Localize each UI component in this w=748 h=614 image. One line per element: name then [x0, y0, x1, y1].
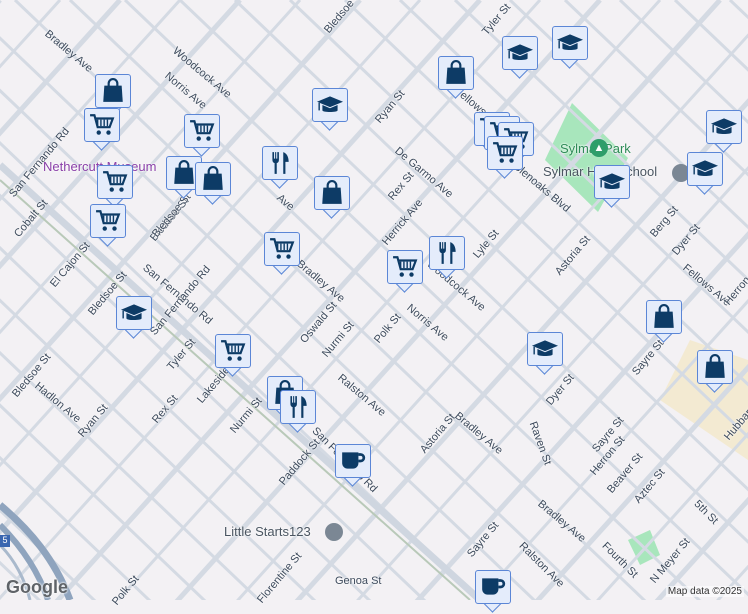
shopping-bag-icon — [702, 354, 728, 380]
tree-icon: ▲ — [590, 139, 608, 157]
map-marker-graduation-cap[interactable] — [687, 152, 723, 196]
graduation-cap-icon — [692, 156, 718, 182]
map-marker-shopping-bag[interactable] — [438, 56, 474, 100]
road — [0, 141, 482, 600]
map-marker-shopping-bag[interactable] — [697, 350, 733, 394]
map-marker-graduation-cap[interactable] — [552, 26, 588, 70]
freeway-shield-5: 5 — [0, 535, 10, 547]
map-marker-graduation-cap[interactable] — [527, 332, 563, 376]
graduation-cap-icon — [532, 336, 558, 362]
google-logo: Google — [6, 577, 68, 597]
graduation-cap-icon — [121, 300, 147, 326]
shopping-bag-icon — [651, 304, 677, 330]
shopping-cart-icon — [102, 169, 128, 195]
map-marker-shopping-bag[interactable] — [314, 176, 350, 220]
map-marker-graduation-cap[interactable] — [116, 296, 152, 340]
map-marker-shopping-cart[interactable] — [487, 136, 523, 180]
shopping-cart-icon — [89, 112, 115, 138]
shopping-bag-icon — [100, 78, 126, 104]
map-marker-graduation-cap[interactable] — [594, 165, 630, 209]
map-marker-shopping-cart[interactable] — [215, 334, 251, 378]
shopping-bag-icon — [200, 166, 226, 192]
place-pin-icon — [325, 523, 343, 541]
shopping-cart-icon — [95, 208, 121, 234]
shopping-cart-icon — [492, 140, 518, 166]
map-marker-restaurant[interactable] — [429, 236, 465, 280]
shopping-cart-icon — [220, 338, 246, 364]
restaurant-icon — [267, 150, 293, 176]
graduation-cap-icon — [317, 92, 343, 118]
graduation-cap-icon — [599, 169, 625, 195]
graduation-cap-icon — [711, 114, 737, 140]
road — [0, 298, 317, 600]
map-marker-restaurant[interactable] — [280, 390, 316, 434]
map-marker-shopping-cart[interactable] — [97, 165, 133, 209]
map-marker-graduation-cap[interactable] — [502, 36, 538, 80]
shopping-bag-icon — [443, 60, 469, 86]
map-attribution[interactable]: Map data ©2025 — [665, 586, 744, 597]
map-marker-graduation-cap[interactable] — [312, 88, 348, 132]
map-marker-coffee[interactable] — [335, 444, 371, 488]
graduation-cap-icon — [507, 40, 533, 66]
map-marker-coffee[interactable] — [475, 570, 511, 614]
shopping-cart-icon — [269, 236, 295, 262]
shopping-cart-icon — [189, 118, 215, 144]
map-marker-shopping-cart[interactable] — [84, 108, 120, 152]
restaurant-icon — [434, 240, 460, 266]
map-marker-shopping-bag[interactable] — [195, 162, 231, 206]
road — [0, 0, 482, 536]
map-marker-shopping-cart[interactable] — [387, 250, 423, 294]
restaurant-icon — [285, 394, 311, 420]
shopping-bag-icon — [171, 160, 197, 186]
shopping-bag-icon — [319, 180, 345, 206]
coffee-icon — [340, 448, 366, 474]
street-label: Genoa St — [335, 575, 382, 587]
map-marker-restaurant[interactable] — [262, 146, 298, 190]
map-marker-shopping-cart[interactable] — [264, 232, 300, 276]
map-marker-graduation-cap[interactable] — [706, 110, 742, 154]
map-marker-shopping-cart[interactable] — [90, 204, 126, 248]
coffee-icon — [480, 574, 506, 600]
map-marker-shopping-bag[interactable] — [646, 300, 682, 344]
graduation-cap-icon — [557, 30, 583, 56]
poi-little-starts123[interactable]: Little Starts123 — [224, 524, 311, 539]
shopping-cart-icon — [392, 254, 418, 280]
map-marker-shopping-cart[interactable] — [184, 114, 220, 158]
